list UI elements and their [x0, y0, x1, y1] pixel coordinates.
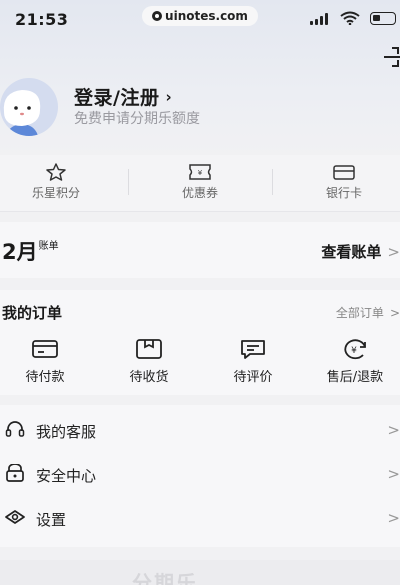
quick-item-coupons[interactable]: ¥ 优惠券: [145, 163, 255, 201]
bill-suffix: 账单: [38, 241, 59, 252]
order-after-sales[interactable]: ¥ 售后/退款: [310, 338, 400, 385]
headset-icon: [5, 421, 25, 437]
view-bill-link[interactable]: 查看账单 >: [321, 241, 400, 262]
status-bar: 21:53 uinotes.com: [0, 0, 400, 38]
all-orders-label: 全部订单: [335, 306, 384, 320]
avatar-mascot-icon: [3, 90, 41, 136]
settings-eye-icon: [5, 510, 25, 524]
battery-icon: [370, 12, 396, 25]
footer: 分期乐: [0, 560, 400, 585]
quick-label: 优惠券: [181, 186, 218, 200]
menu-label: 设置: [36, 511, 67, 529]
url-pill: uinotes.com: [142, 6, 258, 26]
quick-label: 乐星积分: [31, 186, 80, 200]
order-pending-receipt[interactable]: 待收货: [104, 338, 194, 385]
avatar[interactable]: [0, 78, 58, 136]
quick-item-points[interactable]: 乐星积分: [1, 163, 111, 201]
svg-text:¥: ¥: [198, 169, 203, 177]
order-label: 待评价: [233, 370, 273, 385]
login-title: 登录/注册: [74, 87, 160, 109]
footer-brand: 分期乐: [132, 571, 198, 585]
wallet-icon: [32, 340, 58, 358]
star-points-icon: [46, 163, 66, 181]
menu-label: 安全中心: [36, 467, 97, 485]
scan-icon[interactable]: [382, 46, 400, 68]
signal-icon: [310, 13, 330, 25]
bill-card: 2月账单 查看账单 >: [0, 222, 400, 278]
url-text: uinotes.com: [165, 9, 248, 23]
quick-label: 银行卡: [325, 186, 362, 200]
menu-item-security[interactable]: 安全中心 >: [0, 451, 400, 495]
bill-month-value: 2月: [2, 240, 38, 264]
site-logo-icon: [152, 11, 163, 21]
order-label: 待收货: [129, 370, 169, 385]
order-label: 售后/退款: [326, 370, 384, 385]
chevron-right-icon: >: [387, 243, 400, 261]
order-pending-review[interactable]: 待评价: [208, 338, 298, 385]
view-bill-label: 查看账单: [321, 243, 382, 261]
orders-title: 我的订单: [2, 304, 63, 322]
comment-icon: [241, 340, 265, 359]
quick-item-bank-card[interactable]: 银行卡: [289, 163, 399, 201]
quick-actions: 乐星积分 ¥ 优惠券 银行卡: [0, 155, 400, 212]
bill-month: 2月账单: [2, 236, 59, 266]
status-time: 21:53: [15, 10, 69, 29]
divider: [128, 169, 129, 195]
wifi-icon: [340, 11, 360, 25]
chevron-right-icon: >: [387, 465, 400, 483]
menu-item-settings[interactable]: 设置 >: [0, 495, 400, 539]
orders-card: 我的订单 全部订单 > 待付款 待收货 待评价 ¥ 售后/退款: [0, 290, 400, 395]
chevron-right-icon: >: [389, 306, 400, 320]
order-pending-payment[interactable]: 待付款: [0, 338, 90, 385]
divider: [272, 169, 273, 195]
package-icon: [136, 339, 162, 359]
svg-text:¥: ¥: [351, 346, 357, 356]
chevron-right-icon: >: [387, 509, 400, 527]
menu-item-customer-service[interactable]: 我的客服 >: [0, 407, 400, 451]
menu-label: 我的客服: [36, 423, 97, 441]
login-register[interactable]: 登录/注册 ›: [74, 83, 172, 110]
all-orders-link[interactable]: 全部订单 >: [336, 304, 400, 321]
chevron-right-icon: ›: [165, 88, 173, 106]
refund-icon: ¥: [344, 339, 366, 360]
chevron-right-icon: >: [387, 421, 400, 439]
bank-card-icon: [333, 165, 355, 180]
menu-card: 我的客服 > 安全中心 > 设置 >: [0, 405, 400, 547]
coupon-icon: ¥: [189, 164, 211, 180]
order-label: 待付款: [25, 370, 65, 385]
shield-icon: [6, 464, 24, 482]
profile-subtitle: 免费申请分期乐额度: [74, 111, 200, 127]
